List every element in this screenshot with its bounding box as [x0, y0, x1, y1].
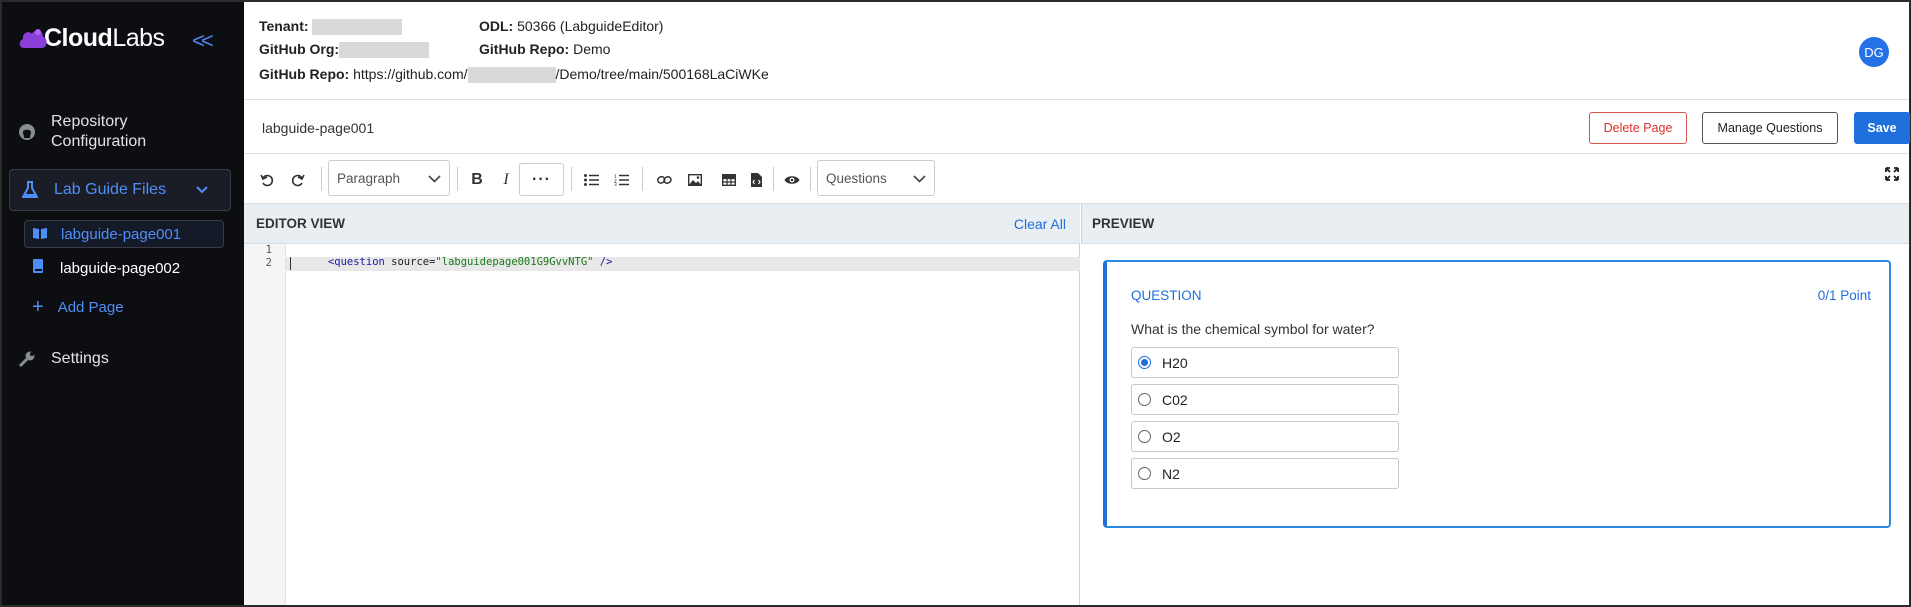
delete-page-button[interactable]: Delete Page: [1589, 112, 1687, 144]
file-item-labguide-page001[interactable]: labguide-page001: [24, 220, 224, 248]
wrench-icon: [17, 349, 37, 369]
preview-title: PREVIEW: [1092, 216, 1155, 231]
answer-option[interactable]: O2: [1131, 421, 1399, 452]
code-editor[interactable]: 1 2 <question source="labguidepage001G9G…: [244, 244, 1080, 605]
italic-icon[interactable]: I: [496, 163, 516, 196]
redo-icon[interactable]: [287, 163, 309, 196]
sidebar-item-settings[interactable]: Settings: [17, 349, 109, 369]
chevron-down-icon: [913, 171, 926, 186]
redacted-value: [467, 67, 556, 84]
fullscreen-icon[interactable]: [1885, 167, 1899, 184]
github-repo-info: GitHub Repo: Demo: [479, 41, 611, 57]
sidebar-item-label: Lab Guide Files: [54, 181, 167, 198]
editor-view-header: EDITOR VIEW Clear All: [244, 204, 1080, 244]
file-item-labguide-page002[interactable]: labguide-page002: [24, 254, 224, 282]
flask-icon: [20, 180, 40, 200]
sidebar-item-repository-configuration[interactable]: Repository Configuration: [17, 112, 237, 152]
manage-questions-button[interactable]: Manage Questions: [1702, 112, 1838, 144]
paragraph-select-value: Paragraph: [337, 170, 401, 186]
clear-all-link[interactable]: Clear All: [1014, 216, 1066, 232]
more-formatting-icon[interactable]: ···: [519, 163, 564, 196]
toolbar-divider: [571, 167, 572, 191]
chevron-down-icon: [428, 171, 441, 186]
book-open-icon: [33, 226, 49, 243]
sidebar-item-label: Settings: [51, 350, 109, 367]
link-icon[interactable]: [653, 163, 675, 196]
avatar[interactable]: DG: [1859, 37, 1889, 67]
chevron-down-icon: [196, 181, 208, 199]
redacted-value: [312, 19, 403, 36]
answer-option[interactable]: H20: [1131, 347, 1399, 378]
question-card: QUESTION 0/1 Point What is the chemical …: [1103, 260, 1891, 528]
cloud-logo-icon: [18, 26, 48, 52]
option-label: H20: [1162, 354, 1188, 371]
code-line[interactable]: <question source="labguidepage001G9GvvNT…: [290, 244, 613, 280]
plus-icon: +: [32, 296, 44, 318]
text-cursor: [290, 257, 291, 270]
page-titlebar: labguide-page001 Delete Page Manage Ques…: [244, 100, 1910, 154]
preview-eye-icon[interactable]: [781, 163, 803, 196]
file-item-label: labguide-page002: [60, 259, 181, 277]
image-icon[interactable]: [684, 163, 706, 196]
toolbar-divider: [810, 167, 811, 191]
toolbar-divider: [773, 167, 774, 191]
code-file-icon[interactable]: [747, 163, 765, 196]
table-icon[interactable]: [718, 163, 740, 196]
radio-button[interactable]: [1138, 467, 1151, 480]
paragraph-format-select[interactable]: Paragraph: [328, 160, 450, 196]
line-number-gutter: 1 2: [244, 244, 286, 605]
toolbar-divider: [321, 167, 322, 191]
bullet-list-icon[interactable]: [580, 163, 602, 196]
answer-option[interactable]: N2: [1131, 458, 1399, 489]
lab-info-header: Tenant: ODL: 50366 (LabguideEditor) GitH…: [244, 2, 1909, 100]
line-number: 2: [265, 257, 272, 269]
toolbar-divider: [457, 167, 458, 191]
file-item-label: labguide-page001: [61, 225, 182, 243]
radio-button[interactable]: [1138, 393, 1151, 406]
github-org-info: GitHub Org:: [259, 41, 430, 59]
editor-view-title: EDITOR VIEW: [256, 216, 346, 231]
redacted-value: [339, 42, 430, 59]
add-page-label: Add Page: [57, 299, 124, 316]
book-icon: [32, 259, 48, 277]
sidebar-item-label: Repository Configuration: [51, 113, 147, 150]
tenant-info: Tenant:: [259, 18, 403, 36]
save-button[interactable]: Save: [1854, 112, 1910, 144]
questions-select[interactable]: Questions: [817, 160, 935, 196]
page-title: labguide-page001: [262, 120, 375, 136]
question-label: QUESTION: [1131, 288, 1202, 303]
cloudlabs-logo[interactable]: CloudLabs: [18, 24, 165, 53]
undo-icon[interactable]: [256, 163, 278, 196]
answer-option[interactable]: C02: [1131, 384, 1399, 415]
question-text: What is the chemical symbol for water?: [1131, 321, 1375, 337]
bold-icon[interactable]: B: [466, 163, 488, 196]
odl-info: ODL: 50366 (LabguideEditor): [479, 18, 664, 34]
collapse-sidebar-icon[interactable]: <<: [192, 28, 214, 54]
sidebar: CloudLabs << Repository Configuration Lab…: [2, 2, 244, 605]
numbered-list-icon[interactable]: 123: [610, 163, 632, 196]
question-points: 0/1 Point: [1817, 288, 1871, 303]
github-repo-url: GitHub Repo: https://github.com//Demo/tr…: [259, 66, 769, 84]
option-label: N2: [1162, 465, 1180, 482]
line-number: 1: [265, 244, 272, 256]
radio-button[interactable]: [1138, 430, 1151, 443]
logo-text: CloudLabs: [44, 24, 165, 52]
radio-button-checked[interactable]: [1138, 356, 1151, 369]
add-page-button[interactable]: + Add Page: [32, 296, 124, 319]
editor-toolbar: Paragraph B I ··· 123 Questions: [244, 155, 1909, 204]
preview-header: PREVIEW: [1081, 204, 1909, 244]
github-icon: [17, 122, 37, 142]
toolbar-divider: [642, 167, 643, 191]
preview-pane: QUESTION 0/1 Point What is the chemical …: [1081, 244, 1909, 605]
svg-text:3: 3: [614, 182, 617, 186]
option-label: C02: [1162, 391, 1188, 408]
sidebar-item-lab-guide-files[interactable]: Lab Guide Files: [9, 169, 231, 211]
questions-select-value: Questions: [826, 170, 887, 186]
main-area: Tenant: ODL: 50366 (LabguideEditor) GitH…: [244, 2, 1910, 605]
option-label: O2: [1162, 428, 1181, 445]
